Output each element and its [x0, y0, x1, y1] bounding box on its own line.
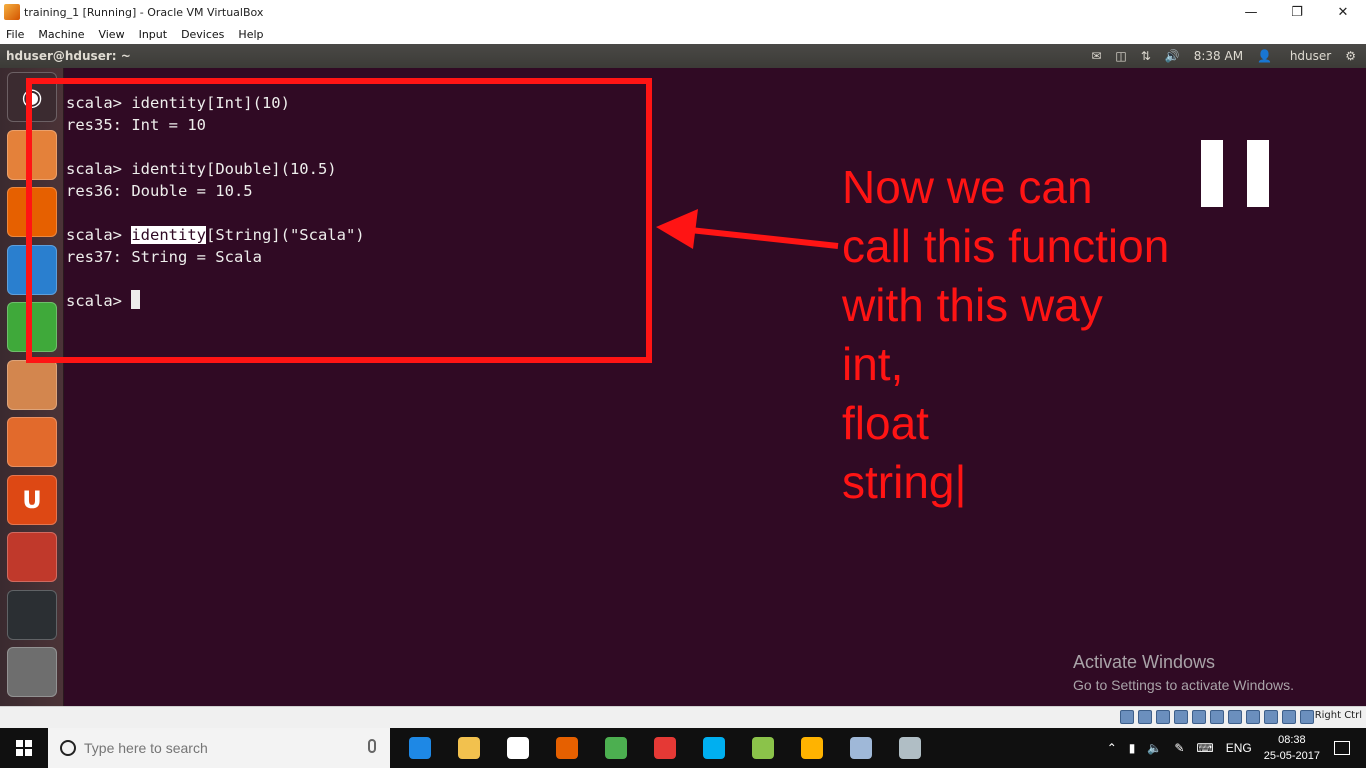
window-controls: — ❐ ✕ — [1228, 0, 1366, 24]
display-icon[interactable] — [1228, 710, 1242, 724]
menu-help[interactable]: Help — [238, 28, 263, 41]
language-indicator[interactable]: ENG — [1226, 741, 1252, 755]
store-icon — [507, 737, 529, 759]
speaker-icon[interactable]: 🔈 — [1147, 741, 1162, 755]
annotation-line: with this way — [842, 279, 1103, 331]
video-capture-icon[interactable] — [1246, 710, 1260, 724]
notepad-icon — [752, 737, 774, 759]
clock-date: 25-05-2017 — [1263, 750, 1320, 762]
start-button[interactable] — [0, 728, 48, 768]
panel-clock[interactable]: 8:38 AM — [1194, 49, 1243, 63]
launcher-settings[interactable] — [7, 532, 57, 582]
battery-icon[interactable]: ◫ — [1115, 49, 1126, 63]
annotation-line: Now we can — [842, 161, 1093, 213]
taskbar-app-button[interactable] — [498, 732, 538, 764]
chrome-icon — [605, 737, 627, 759]
vbox-titlebar: training_1 [Running] - Oracle VM Virtual… — [0, 0, 1366, 24]
virtualization-icon[interactable] — [1264, 710, 1278, 724]
annotation-line: int, — [842, 338, 904, 390]
keyboard-icon[interactable]: ⌨ — [1196, 741, 1213, 755]
microphone-icon[interactable] — [368, 739, 376, 753]
network-icon[interactable]: ⇅ — [1141, 49, 1151, 63]
edge-icon — [409, 737, 431, 759]
vbox-menubar: File Machine View Input Devices Help — [0, 24, 1366, 44]
watermark-subtitle: Go to Settings to activate Windows. — [1073, 677, 1294, 693]
minimize-button[interactable]: — — [1228, 0, 1274, 24]
hdd-icon[interactable] — [1120, 710, 1134, 724]
launcher-trash[interactable] — [7, 647, 57, 697]
restore-button[interactable]: ❐ — [1274, 0, 1320, 24]
shared-folder-icon[interactable] — [1210, 710, 1224, 724]
mouse-integration-icon[interactable] — [1282, 710, 1296, 724]
notification-icon[interactable] — [1334, 741, 1350, 755]
taskbar-app-button[interactable] — [694, 732, 734, 764]
vbox-device-icons — [1116, 710, 1314, 724]
file-explorer-icon — [458, 737, 480, 759]
paint-icon — [899, 737, 921, 759]
taskbar-app-button[interactable] — [841, 732, 881, 764]
optical-drive-icon[interactable] — [1138, 710, 1152, 724]
windows-logo-icon — [16, 740, 32, 756]
taskbar-search[interactable] — [48, 728, 390, 768]
usb-icon[interactable] — [1192, 710, 1206, 724]
window-title: training_1 [Running] - Oracle VM Virtual… — [24, 5, 264, 19]
launcher-impress[interactable] — [7, 359, 57, 410]
taskbar-app-button[interactable] — [596, 732, 636, 764]
cortana-icon — [60, 740, 76, 756]
launcher-terminal[interactable] — [7, 589, 57, 640]
activate-windows-watermark: Activate Windows Go to Settings to activ… — [1073, 651, 1294, 695]
annotation-line: float — [842, 397, 929, 449]
volume-icon[interactable]: 🔊 — [1165, 49, 1180, 63]
search-input[interactable] — [84, 740, 354, 756]
menu-view[interactable]: View — [98, 28, 124, 41]
panel-window-title: hduser@hduser: ~ — [6, 49, 131, 63]
gear-icon[interactable]: ⚙ — [1345, 49, 1356, 63]
keyboard-capture-icon[interactable] — [1300, 710, 1314, 724]
taskbar-app-button[interactable] — [400, 732, 440, 764]
network-adapter-icon[interactable] — [1174, 710, 1188, 724]
skype-icon — [703, 737, 725, 759]
menu-devices[interactable]: Devices — [181, 28, 224, 41]
taskbar-app-button[interactable] — [547, 732, 587, 764]
battery-icon[interactable]: ▮ — [1129, 741, 1136, 755]
firefox-icon — [556, 737, 578, 759]
mail-icon[interactable]: ✉ — [1091, 49, 1101, 63]
annotation-line: call this function — [842, 220, 1170, 272]
watermark-title: Activate Windows — [1073, 652, 1216, 672]
user-name: hduser — [1289, 49, 1332, 63]
screen-recorder-icon — [654, 737, 676, 759]
menu-input[interactable]: Input — [139, 28, 167, 41]
audio-icon[interactable] — [1156, 710, 1170, 724]
host-key-label: Right Ctrl — [1314, 710, 1362, 721]
launcher-software[interactable] — [7, 417, 57, 467]
system-tray: ⌃ ▮ 🔈 ✎ ⌨ ENG 08:38 25-05-2017 — [1107, 728, 1366, 768]
taskbar-app-button[interactable] — [792, 732, 832, 764]
launcher-ubuntu-one[interactable]: U — [7, 474, 57, 525]
highlight-box — [26, 78, 652, 363]
puzzle-icon — [801, 737, 823, 759]
unity-top-panel: hduser@hduser: ~ ✉ ◫ ⇅ 🔊 8:38 AM 👤 hduse… — [0, 44, 1366, 68]
screen: training_1 [Running] - Oracle VM Virtual… — [0, 0, 1366, 768]
vbox-statusbar: Right Ctrl — [0, 706, 1366, 728]
taskbar-app-button[interactable] — [890, 732, 930, 764]
virtualbox-icon — [850, 737, 872, 759]
taskbar-app-button[interactable] — [449, 732, 489, 764]
taskbar-app-button[interactable] — [645, 732, 685, 764]
menu-file[interactable]: File — [6, 28, 24, 41]
clock-time: 08:38 — [1278, 734, 1306, 746]
virtualbox-app-icon — [4, 4, 20, 20]
close-button[interactable]: ✕ — [1320, 0, 1366, 24]
taskbar-clock[interactable]: 08:38 25-05-2017 — [1264, 732, 1320, 764]
pen-icon[interactable]: ✎ — [1174, 741, 1184, 755]
user-menu[interactable]: 👤 hduser — [1257, 49, 1331, 63]
windows-taskbar: ⌃ ▮ 🔈 ✎ ⌨ ENG 08:38 25-05-2017 — [0, 728, 1366, 768]
menu-machine[interactable]: Machine — [38, 28, 84, 41]
annotation-line: string| — [842, 456, 967, 508]
annotation-text: Now we can call this function with this wa… — [842, 158, 1262, 512]
taskbar-app-button[interactable] — [743, 732, 783, 764]
indicator-area: ✉ ◫ ⇅ 🔊 8:38 AM 👤 hduser ⚙ — [1077, 44, 1356, 68]
chevron-up-icon[interactable]: ⌃ — [1107, 741, 1117, 755]
